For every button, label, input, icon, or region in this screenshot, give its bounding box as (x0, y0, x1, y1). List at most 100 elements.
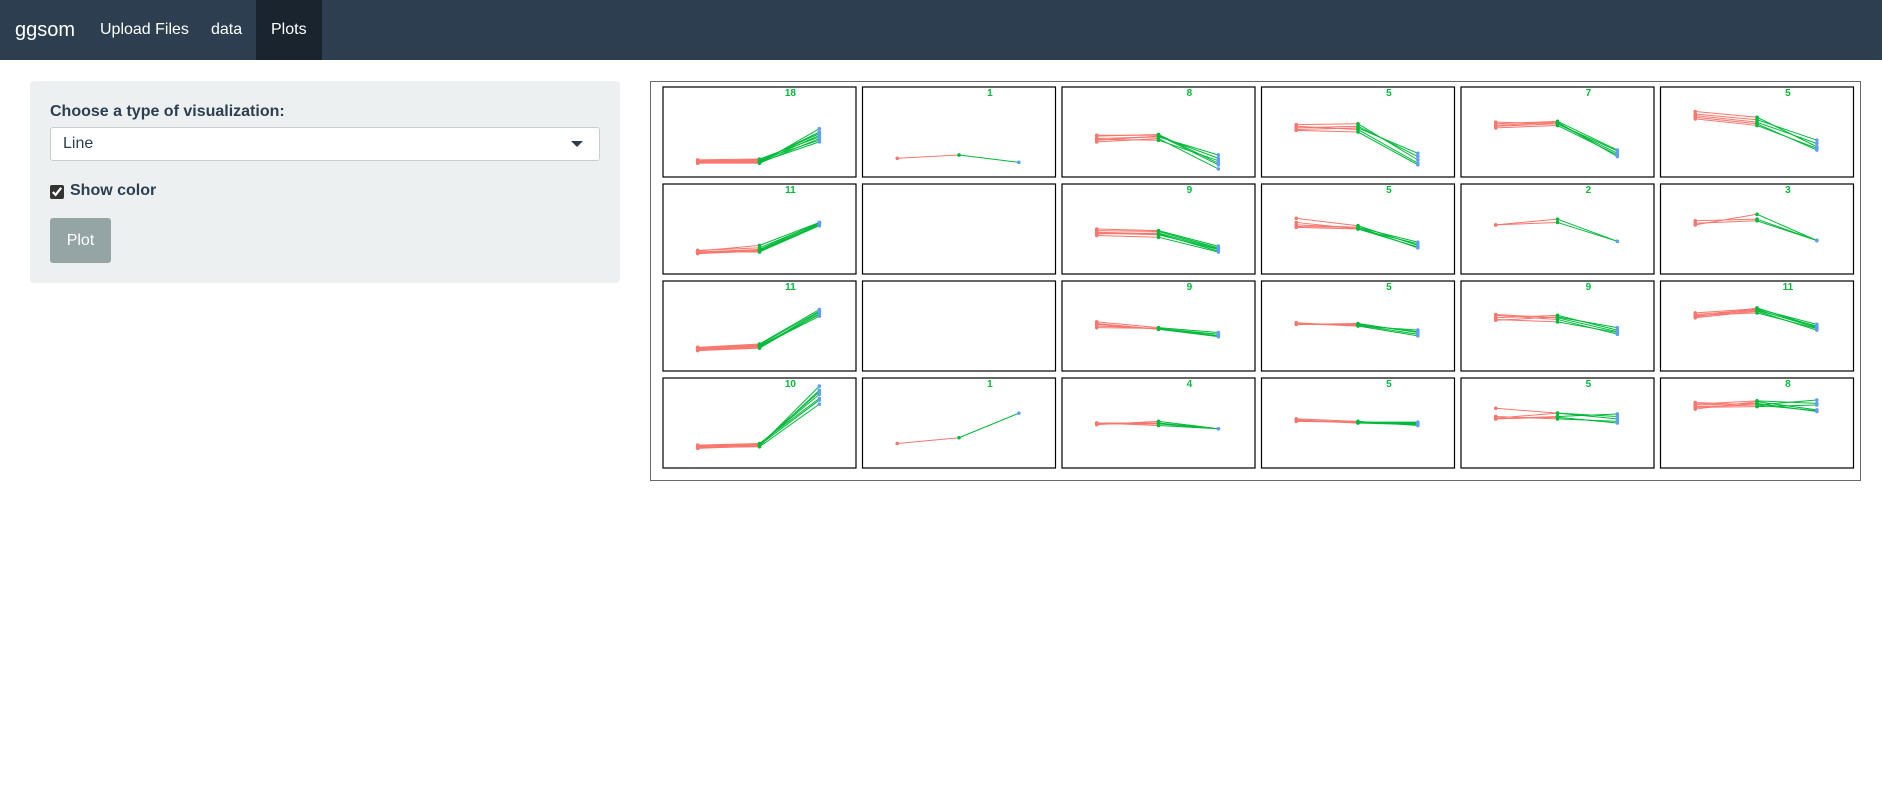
som-cell-frame (861, 377, 1057, 469)
som-data-point (1294, 321, 1299, 326)
som-data-point (1493, 124, 1498, 129)
som-cell: 5 (1260, 280, 1456, 372)
navbar: ggsom Upload Files data Plots (0, 0, 1882, 60)
som-data-point (1755, 219, 1759, 223)
som-data-point (1815, 146, 1819, 151)
plot-button[interactable]: Plot (50, 218, 111, 263)
som-data-point (695, 250, 700, 254)
som-data-point (1493, 317, 1498, 322)
som-cell-frame (1659, 377, 1855, 469)
som-data-point (1294, 418, 1299, 423)
som-data-point (1416, 158, 1420, 162)
som-data-point (1216, 167, 1221, 171)
som-cell-count: 1 (987, 88, 993, 99)
app-brand[interactable]: ggsom (15, 0, 75, 60)
som-cell: 9 (1061, 183, 1256, 275)
som-data-point (1615, 421, 1620, 425)
som-data-point (1017, 160, 1021, 165)
som-data-point (1815, 238, 1819, 243)
som-data-point (1216, 332, 1221, 336)
som-data-point (1094, 137, 1099, 142)
som-data-point (1755, 115, 1759, 120)
som-cell-count: 5 (1586, 379, 1592, 390)
som-cell: 8 (1061, 86, 1256, 178)
som-data-point (817, 390, 822, 394)
som-cell-count: 5 (1386, 88, 1392, 99)
som-data-point (1094, 321, 1099, 326)
som-data-point (1493, 417, 1498, 421)
som-data-point (1755, 212, 1759, 217)
som-cell: 1 (861, 377, 1057, 469)
som-data-point (695, 444, 700, 448)
som-data-point (1693, 109, 1698, 114)
som-data-point (1493, 406, 1498, 411)
som-data-point (1094, 227, 1099, 231)
som-cell-count: 18 (785, 88, 797, 99)
som-cell-frame (662, 377, 857, 469)
som-data-point (1356, 223, 1360, 228)
tab-upload-files[interactable]: Upload Files (85, 0, 204, 60)
show-color-checkbox[interactable] (50, 185, 64, 199)
som-data-point (1216, 246, 1221, 251)
som-data-point (757, 158, 762, 163)
som-data-point (1356, 122, 1360, 126)
som-data-point (1294, 225, 1299, 230)
som-data-point (1615, 151, 1620, 156)
som-cell: 4 (1061, 377, 1256, 469)
som-cell-frame (1061, 86, 1256, 178)
som-cell-count: 11 (785, 185, 796, 196)
som-data-point (1615, 148, 1620, 152)
som-cell-frame (662, 183, 857, 275)
som-cell: 1 (861, 86, 1057, 178)
som-cell-count: 1 (987, 379, 993, 390)
tab-data[interactable]: data (196, 0, 257, 60)
som-cell: 5 (1460, 377, 1655, 469)
som-data-point (1017, 411, 1021, 415)
som-cell-count: 11 (785, 282, 796, 293)
show-color-label[interactable]: Show color (70, 182, 156, 200)
som-data-point (757, 343, 762, 348)
som-data-point (1615, 414, 1620, 419)
som-data-point (817, 131, 822, 136)
som-data-point (1493, 223, 1498, 227)
visualization-type-select[interactable]: Line (50, 127, 600, 161)
som-data-point (1416, 154, 1420, 159)
som-data-point (1094, 133, 1099, 138)
som-data-point (1156, 231, 1161, 235)
som-data-point (957, 435, 961, 440)
som-data-point (1356, 420, 1360, 424)
sidebar-panel: Choose a type of visualization: Line Sho… (30, 81, 620, 283)
som-data-point (1294, 127, 1299, 132)
tab-plots[interactable]: Plots (256, 0, 322, 60)
som-data-point (1356, 324, 1360, 328)
som-data-point (1416, 240, 1420, 244)
som-data-point (1815, 409, 1819, 414)
som-data-point (1693, 113, 1698, 118)
som-cell-frame (861, 86, 1057, 178)
som-cell-frame (1460, 377, 1655, 469)
som-cell-count: 9 (1187, 185, 1193, 196)
som-data-point (1416, 422, 1420, 426)
som-data-point (817, 312, 822, 317)
som-data-point (817, 126, 822, 131)
plot-area: 18 1 8 5 7 5 11 9 5 2 3 11 9 5 9 11 10 1 4 5 5 8 (650, 81, 1861, 481)
som-line-plot: 18 1 8 5 7 511 9 5 2 311 9 5 9 1110 1 4 5 5 8 (662, 86, 1855, 469)
som-data-point (1815, 403, 1819, 407)
som-cell-count: 10 (785, 379, 797, 390)
som-data-point (817, 138, 822, 142)
som-cell: 5 (1260, 86, 1456, 178)
som-cell (861, 280, 1057, 372)
som-data-point (817, 135, 822, 139)
som-cell-frame (1460, 280, 1655, 372)
som-data-point (817, 223, 822, 228)
som-cell-count: 11 (1783, 282, 1794, 293)
som-cell: 11 (1659, 280, 1855, 372)
som-cell-count: 3 (1785, 185, 1791, 196)
som-cell: 5 (1659, 86, 1855, 178)
som-data-point (1615, 239, 1620, 244)
som-data-point (695, 347, 700, 351)
som-cell: 5 (1260, 183, 1456, 275)
som-data-point (1493, 312, 1498, 317)
som-data-point (817, 396, 822, 401)
som-cell: 8 (1659, 377, 1855, 469)
